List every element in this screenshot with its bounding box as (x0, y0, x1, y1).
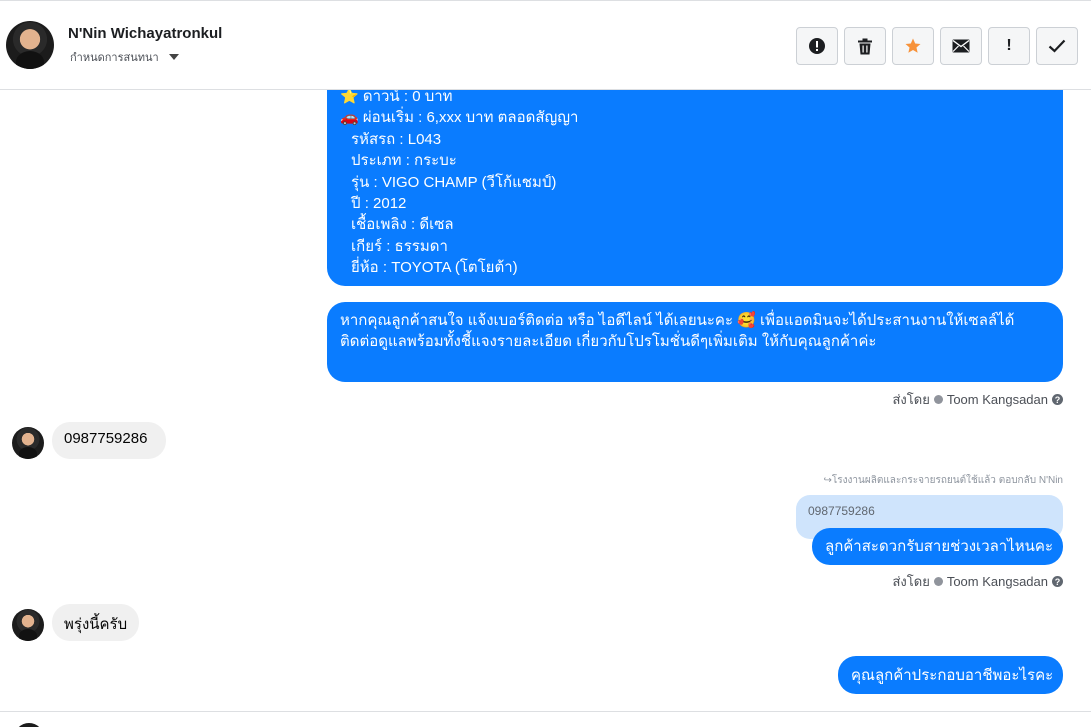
conversation-header: N'Nin Wichayatronkul กำหนดการสนทนา ! (0, 0, 1091, 90)
customer-avatar[interactable] (12, 427, 44, 459)
detail-line: ยี่ห้อ : TOYOTA (โตโยต้า) (351, 259, 518, 277)
incoming-message-reply[interactable]: พรุ่งนี้ครับ (52, 604, 139, 641)
sent-check-icon (933, 577, 943, 586)
help-icon[interactable]: ? (1052, 394, 1063, 405)
envelope-icon (952, 39, 970, 53)
assign-conversation-dropdown[interactable]: กำหนดการสนทนา (70, 48, 179, 66)
outgoing-message-ask-time[interactable]: ลูกค้าสะดวกรับสายช่วงเวลาไหนคะ (812, 528, 1063, 565)
flag-important-button[interactable]: ! (988, 27, 1030, 65)
star-icon (905, 38, 921, 53)
customer-avatar[interactable] (12, 609, 44, 641)
outgoing-message-contact-request[interactable]: หากคุณลูกค้าสนใจ แจ้งเบอร์ติดต่อ หรือ ไอ… (327, 302, 1063, 382)
sender-name[interactable]: Toom Kangsadan (947, 574, 1048, 589)
detail-line: ⭐ ดาวน์ : 0 บาท (340, 90, 453, 105)
sent-by-label: ส่งโดย (892, 392, 930, 407)
delete-button[interactable] (844, 27, 886, 65)
conversation-toolbar: ! (796, 27, 1078, 65)
detail-line: 🚗 ผ่อนเริ่ม : 6,xxx บาท ตลอดสัญญา (340, 109, 579, 127)
detail-line: เกียร์ : ธรรมดา (351, 237, 448, 255)
sender-name[interactable]: Toom Kangsadan (947, 392, 1048, 407)
exclamation-icon: ! (1006, 37, 1012, 54)
outgoing-message-ask-job[interactable]: คุณลูกค้าประกอบอาชีพอะไรคะ (838, 656, 1063, 694)
page-avatar (14, 723, 44, 727)
outgoing-message-car-details[interactable]: ⭐ ดาวน์ : 0 บาท 🚗 ผ่อนเริ่ม : 6,xxx บาท … (327, 90, 1063, 286)
message-thread: ⭐ ดาวน์ : 0 บาท 🚗 ผ่อนเริ่ม : 6,xxx บาท … (0, 90, 1091, 712)
checkmark-icon (1048, 39, 1066, 53)
mark-unread-button[interactable] (940, 27, 982, 65)
detail-line: รุ่น : VIGO CHAMP (วีโก้แชมป์) (351, 173, 557, 191)
contact-name[interactable]: N'Nin Wichayatronkul (68, 25, 222, 42)
alert-circle-icon (809, 38, 825, 54)
detail-line: เชื้อเพลิง : ดีเซล (351, 216, 454, 234)
sent-check-icon (933, 395, 943, 404)
incoming-message-phone[interactable]: 0987759286 (52, 422, 166, 459)
caret-down-icon (168, 54, 179, 60)
star-button[interactable] (892, 27, 934, 65)
contact-avatar[interactable] (6, 21, 54, 69)
detail-line: รหัสรถ : L043 (351, 130, 442, 148)
sent-by-info: ส่งโดย Toom Kangsadan ? (892, 389, 1063, 410)
help-icon[interactable]: ? (1052, 576, 1063, 587)
spam-alert-button[interactable] (796, 27, 838, 65)
sent-by-label: ส่งโดย (892, 574, 930, 589)
detail-line: ประเภท : กระบะ (351, 152, 457, 170)
sent-by-info: ส่งโดย Toom Kangsadan ? (892, 571, 1063, 592)
reply-note: ↪โรงงานผลิตและกระจายรถยนต์ใช้แล้ว ตอบกลั… (823, 475, 1063, 486)
message-composer[interactable] (0, 711, 1091, 727)
trash-icon (858, 38, 872, 54)
assign-conversation-label: กำหนดการสนทนา (70, 52, 159, 64)
mark-done-button[interactable] (1036, 27, 1078, 65)
detail-line: ปี : 2012 (351, 195, 407, 213)
